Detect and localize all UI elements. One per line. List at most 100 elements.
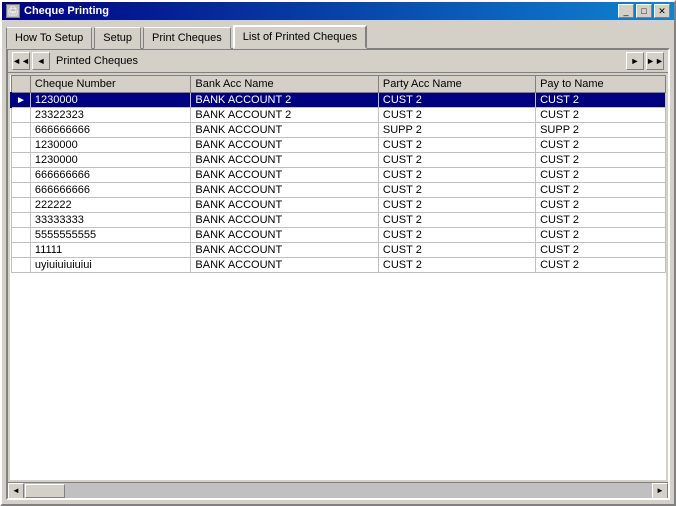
row-indicator-cell	[11, 258, 30, 273]
table-body: ►1230000BANK ACCOUNT 2CUST 2CUST 2233223…	[11, 93, 666, 273]
title-buttons: _ □ ✕	[618, 4, 670, 18]
table-cell: BANK ACCOUNT	[191, 213, 378, 228]
main-window: 🖨 Cheque Printing _ □ ✕ How To Setup Set…	[0, 0, 676, 506]
table-cell: CUST 2	[536, 108, 666, 123]
table-cell: BANK ACCOUNT	[191, 138, 378, 153]
table-row[interactable]: 666666666BANK ACCOUNTCUST 2CUST 2	[11, 183, 666, 198]
content-area: ◄◄ ◄ Printed Cheques ► ►► Cheque Number …	[6, 48, 670, 500]
nav-label: Printed Cheques	[56, 55, 138, 67]
row-indicator-cell	[11, 123, 30, 138]
table-cell: CUST 2	[378, 138, 535, 153]
nav-next-button[interactable]: ►	[626, 52, 644, 70]
table-cell: CUST 2	[536, 138, 666, 153]
table-cell: CUST 2	[378, 213, 535, 228]
table-row[interactable]: uyiuiuiuiuiuiBANK ACCOUNTCUST 2CUST 2	[11, 258, 666, 273]
table-cell: CUST 2	[536, 183, 666, 198]
nav-first-button[interactable]: ◄◄	[12, 52, 30, 70]
col-bank-acc-name: Bank Acc Name	[191, 76, 378, 93]
table-cell: BANK ACCOUNT 2	[191, 108, 378, 123]
table-row[interactable]: 222222BANK ACCOUNTCUST 2CUST 2	[11, 198, 666, 213]
nav-last-button[interactable]: ►►	[646, 52, 664, 70]
table-cell: CUST 2	[536, 93, 666, 108]
tab-how-to-setup[interactable]: How To Setup	[6, 27, 92, 49]
table-cell: CUST 2	[536, 168, 666, 183]
window-icon: 🖨	[6, 4, 20, 18]
row-indicator-cell	[11, 198, 30, 213]
tab-list-of-printed-cheques[interactable]: List of Printed Cheques	[233, 25, 367, 49]
nav-right-buttons: ► ►►	[626, 52, 664, 70]
tab-print-cheques[interactable]: Print Cheques	[143, 27, 231, 49]
scroll-right-button[interactable]: ►	[652, 483, 668, 499]
row-indicator-cell	[11, 138, 30, 153]
table-row[interactable]: 11111BANK ACCOUNTCUST 2CUST 2	[11, 243, 666, 258]
table-cell: CUST 2	[378, 168, 535, 183]
table-cell: CUST 2	[378, 243, 535, 258]
table-cell: CUST 2	[536, 258, 666, 273]
row-indicator-cell	[11, 243, 30, 258]
table-cell: 666666666	[30, 168, 191, 183]
table-cell: CUST 2	[536, 213, 666, 228]
table-container[interactable]: Cheque Number Bank Acc Name Party Acc Na…	[10, 75, 666, 480]
col-pay-to-name: Pay to Name	[536, 76, 666, 93]
table-cell: CUST 2	[378, 258, 535, 273]
table-cell: BANK ACCOUNT	[191, 198, 378, 213]
table-row[interactable]: 33333333BANK ACCOUNTCUST 2CUST 2	[11, 213, 666, 228]
horizontal-scrollbar[interactable]: ◄ ►	[8, 482, 668, 498]
table-cell: uyiuiuiuiuiui	[30, 258, 191, 273]
table-cell: BANK ACCOUNT	[191, 123, 378, 138]
table-cell: 1230000	[30, 93, 191, 108]
close-button[interactable]: ✕	[654, 4, 670, 18]
table-cell: CUST 2	[536, 198, 666, 213]
table-row[interactable]: 1230000BANK ACCOUNTCUST 2CUST 2	[11, 153, 666, 168]
cheques-table: Cheque Number Bank Acc Name Party Acc Na…	[10, 75, 666, 273]
table-cell: 11111	[30, 243, 191, 258]
table-cell: CUST 2	[536, 153, 666, 168]
table-cell: 1230000	[30, 138, 191, 153]
row-indicator-cell: ►	[11, 93, 30, 108]
row-indicator-cell	[11, 153, 30, 168]
col-cheque-number: Cheque Number	[30, 76, 191, 93]
row-indicator-cell	[11, 228, 30, 243]
table-row[interactable]: 666666666BANK ACCOUNTSUPP 2SUPP 2	[11, 123, 666, 138]
table-cell: 666666666	[30, 183, 191, 198]
table-cell: BANK ACCOUNT	[191, 228, 378, 243]
nav-bar: ◄◄ ◄ Printed Cheques ► ►►	[8, 50, 668, 73]
scroll-track[interactable]	[24, 483, 652, 499]
table-cell: 5555555555	[30, 228, 191, 243]
table-cell: CUST 2	[378, 198, 535, 213]
scroll-left-button[interactable]: ◄	[8, 483, 24, 499]
table-cell: CUST 2	[378, 153, 535, 168]
table-cell: 23322323	[30, 108, 191, 123]
minimize-button[interactable]: _	[618, 4, 634, 18]
tabs-bar: How To Setup Setup Print Cheques List of…	[2, 20, 674, 48]
title-bar: 🖨 Cheque Printing _ □ ✕	[2, 2, 674, 20]
row-indicator-cell	[11, 108, 30, 123]
table-cell: CUST 2	[378, 183, 535, 198]
table-cell: 1230000	[30, 153, 191, 168]
table-cell: BANK ACCOUNT	[191, 243, 378, 258]
col-party-acc-name: Party Acc Name	[378, 76, 535, 93]
window-title: Cheque Printing	[24, 5, 109, 17]
row-indicator-cell	[11, 213, 30, 228]
maximize-button[interactable]: □	[636, 4, 652, 18]
table-row[interactable]: 666666666BANK ACCOUNTCUST 2CUST 2	[11, 168, 666, 183]
table-cell: BANK ACCOUNT	[191, 153, 378, 168]
table-cell: BANK ACCOUNT	[191, 183, 378, 198]
scroll-thumb[interactable]	[25, 484, 65, 498]
table-row[interactable]: 5555555555BANK ACCOUNTCUST 2CUST 2	[11, 228, 666, 243]
row-indicator-cell	[11, 183, 30, 198]
title-bar-left: 🖨 Cheque Printing	[6, 4, 109, 18]
nav-prev-button[interactable]: ◄	[32, 52, 50, 70]
table-cell: SUPP 2	[378, 123, 535, 138]
table-cell: BANK ACCOUNT	[191, 258, 378, 273]
table-row[interactable]: ►1230000BANK ACCOUNT 2CUST 2CUST 2	[11, 93, 666, 108]
table-cell: CUST 2	[378, 228, 535, 243]
table-cell: BANK ACCOUNT	[191, 168, 378, 183]
tab-setup[interactable]: Setup	[94, 27, 141, 49]
table-row[interactable]: 1230000BANK ACCOUNTCUST 2CUST 2	[11, 138, 666, 153]
table-cell: CUST 2	[536, 243, 666, 258]
table-row[interactable]: 23322323BANK ACCOUNT 2CUST 2CUST 2	[11, 108, 666, 123]
table-cell: 33333333	[30, 213, 191, 228]
table-cell: CUST 2	[378, 93, 535, 108]
table-cell: CUST 2	[536, 228, 666, 243]
